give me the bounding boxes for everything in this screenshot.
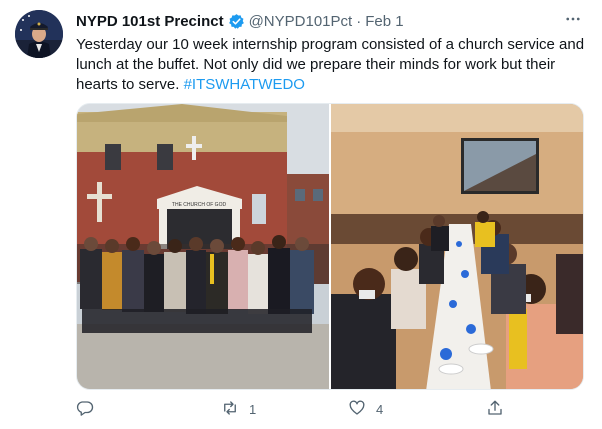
share-button[interactable] — [486, 398, 504, 420]
buffet-lunch-photo[interactable] — [331, 104, 583, 389]
retweet-icon — [221, 399, 239, 420]
tweet-media: THE CHURCH OF GOD — [76, 103, 584, 390]
tweet-actions: 1 4 — [76, 398, 516, 422]
tweet[interactable]: NYPD 101st Precinct @NYPD101Pct · Feb 1 … — [0, 0, 602, 429]
like-button[interactable]: 4 — [348, 398, 383, 420]
tweet-text: Yesterday our 10 week internship program… — [76, 35, 586, 95]
heart-icon — [348, 399, 366, 420]
avatar[interactable] — [15, 10, 63, 58]
retweet-button[interactable]: 1 — [221, 398, 256, 420]
tweet-header: NYPD 101st Precinct @NYPD101Pct · Feb 1 — [76, 11, 404, 31]
verified-badge-icon — [228, 13, 245, 30]
reply-icon — [76, 399, 94, 420]
more-options-icon[interactable] — [562, 10, 584, 32]
share-icon — [486, 399, 504, 420]
separator-dot: · — [356, 12, 362, 30]
hashtag-link[interactable]: #ITSWHATWEDO — [184, 76, 305, 93]
tweet-body: Yesterday our 10 week internship program… — [76, 36, 585, 93]
church-sign: THE CHURCH OF GOD — [172, 202, 227, 208]
retweet-count: 1 — [249, 401, 257, 417]
tweet-date[interactable]: Feb 1 — [365, 13, 403, 30]
church-group-photo[interactable]: THE CHURCH OF GOD — [77, 104, 329, 389]
author-handle[interactable]: @NYPD101Pct — [249, 13, 353, 30]
like-count: 4 — [376, 401, 384, 417]
author-name[interactable]: NYPD 101st Precinct — [76, 13, 224, 30]
reply-button[interactable] — [76, 398, 104, 420]
